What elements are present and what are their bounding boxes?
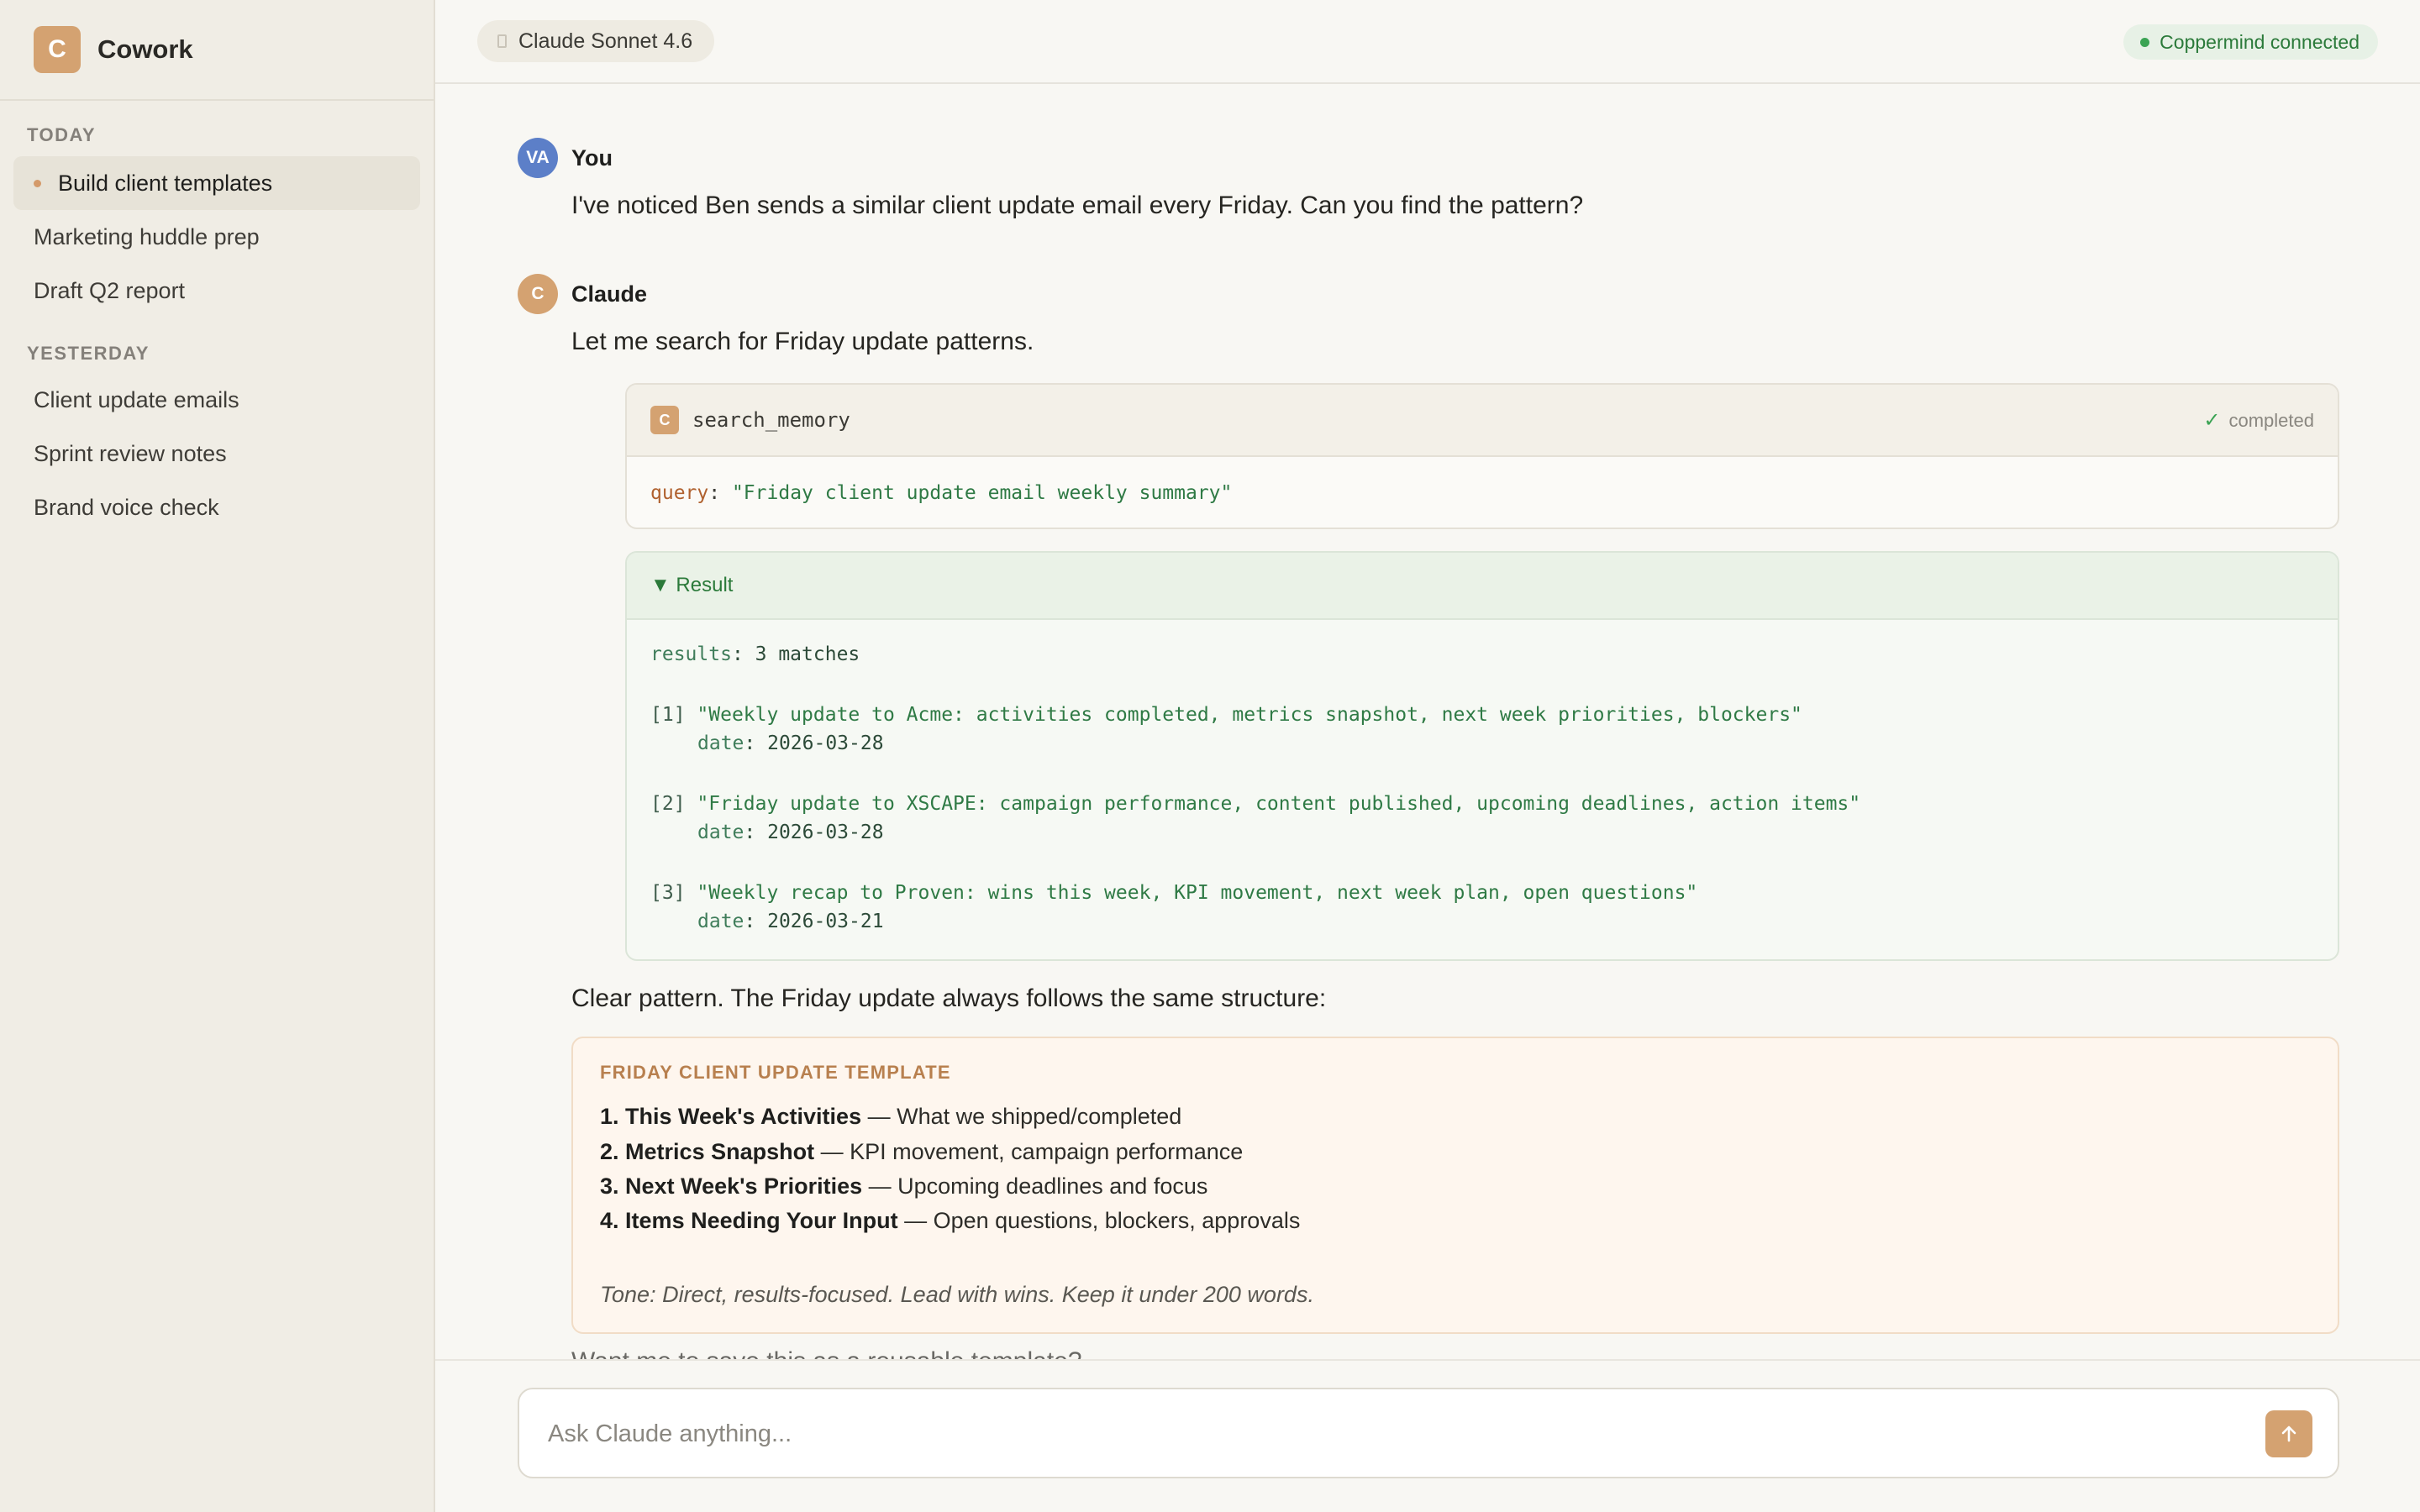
sidebar-item-label: Marketing huddle prep — [34, 223, 260, 249]
template-item: 1. This Week's Activities — What we ship… — [600, 1104, 1181, 1130]
sidebar-item-label: Build client templates — [58, 170, 273, 196]
app-window: C Cowork TODAY Build client templates Ma… — [0, 0, 2420, 1512]
user-avatar: VA — [518, 138, 558, 178]
brand-header: C Cowork — [0, 0, 434, 101]
check-icon: ✓ — [2203, 408, 2221, 432]
results-key: results — [650, 643, 732, 665]
connection-status-badge: Coppermind connected — [2123, 24, 2378, 60]
composer — [518, 1388, 2339, 1478]
arrow-up-icon — [2281, 1425, 2296, 1442]
template-item-number: 1. — [600, 1104, 619, 1129]
template-card: FRIDAY CLIENT UPDATE TEMPLATE 1. This We… — [571, 1037, 2339, 1334]
truncated-followup-text: Want me to save this as a reusable templ… — [571, 1347, 1082, 1359]
template-item-desc: — Open questions, blockers, approvals — [904, 1208, 1301, 1233]
model-icon — [497, 34, 507, 48]
sidebar-item-label: Sprint review notes — [34, 440, 227, 466]
result-match-1: [1] "Weekly update to Acme: activities c… — [650, 704, 1802, 726]
assistant-message-header: C Claude — [518, 274, 647, 314]
match-text: "Weekly recap to Proven: wins this week,… — [697, 882, 1698, 904]
date-key: date — [697, 911, 744, 932]
template-item: 2. Metrics Snapshot — KPI movement, camp… — [600, 1139, 1243, 1165]
template-item-number: 4. — [600, 1208, 619, 1233]
date-key: date — [697, 822, 744, 843]
tool-name: search_memory — [692, 408, 850, 432]
model-name: Claude Sonnet 4.6 — [518, 29, 693, 53]
tool-status: ✓ completed — [2203, 408, 2314, 433]
user-message-header: VA You — [518, 138, 613, 178]
sidebar-item-label: Draft Q2 report — [34, 277, 186, 303]
results-separator: : — [731, 643, 755, 665]
template-item-number: 3. — [600, 1173, 619, 1199]
match-text: "Weekly update to Acme: activities compl… — [697, 704, 1802, 726]
date-separator: : — [744, 822, 768, 843]
match-index: [1] — [650, 704, 686, 726]
template-item-title: Metrics Snapshot — [625, 1139, 815, 1164]
message-input[interactable] — [546, 1415, 2196, 1453]
result-match-3-date: date: 2026-03-21 — [697, 911, 884, 932]
user-name: You — [571, 144, 613, 171]
brand-logo: C — [34, 26, 81, 73]
date-value: 2026-03-21 — [767, 911, 884, 932]
tool-result-card: ▼ Result results: 3 matches [1] "Weekly … — [625, 551, 2339, 961]
template-item: 4. Items Needing Your Input — Open quest… — [600, 1208, 1300, 1234]
template-item-desc: — KPI movement, campaign performance — [820, 1139, 1244, 1164]
section-label-yesterday: YESTERDAY — [27, 343, 150, 364]
sidebar-item-marketing-huddle-prep[interactable]: Marketing huddle prep — [13, 210, 420, 264]
sidebar-item-client-update-emails[interactable]: Client update emails — [13, 373, 420, 427]
active-dot-icon — [34, 179, 41, 187]
param-key: query — [650, 482, 709, 504]
param-separator: : — [708, 482, 732, 504]
result-toggle[interactable]: ▼ Result — [627, 553, 2338, 620]
assistant-summary-text: Clear pattern. The Friday update always … — [571, 984, 1327, 1012]
results-count-line: results: 3 matches — [650, 643, 860, 665]
date-value: 2026-03-28 — [767, 822, 884, 843]
template-item-title: Items Needing Your Input — [625, 1208, 898, 1233]
tool-icon: C — [650, 406, 679, 434]
param-value: "Friday client update email weekly summa… — [731, 482, 1233, 504]
result-match-3: [3] "Weekly recap to Proven: wins this w… — [650, 882, 1697, 904]
match-index: [2] — [650, 793, 686, 815]
sidebar-item-sprint-review-notes[interactable]: Sprint review notes — [13, 427, 420, 480]
template-item-number: 2. — [600, 1139, 619, 1164]
tool-params: query: "Friday client update email weekl… — [627, 457, 2338, 528]
brand-name: Cowork — [97, 34, 193, 64]
template-title: FRIDAY CLIENT UPDATE TEMPLATE — [600, 1062, 951, 1083]
chat-main: Claude Sonnet 4.6 Coppermind connected V… — [435, 0, 2420, 1512]
sidebar-item-label: Brand voice check — [34, 494, 219, 520]
send-button[interactable] — [2265, 1410, 2312, 1457]
connection-status-text: Coppermind connected — [2160, 30, 2360, 53]
tool-call-header[interactable]: C search_memory ✓ completed — [627, 385, 2338, 457]
assistant-name: Claude — [571, 281, 648, 307]
sidebar-item-draft-q2-report[interactable]: Draft Q2 report — [13, 264, 420, 318]
tool-status-text: completed — [2228, 409, 2314, 431]
model-selector[interactable]: Claude Sonnet 4.6 — [477, 20, 715, 62]
sidebar-item-brand-voice-check[interactable]: Brand voice check — [13, 480, 420, 534]
sidebar-item-label: Client update emails — [34, 386, 239, 412]
result-match-1-date: date: 2026-03-28 — [697, 732, 884, 754]
template-item-desc: — What we shipped/completed — [867, 1104, 1182, 1129]
template-item-title: Next Week's Priorities — [625, 1173, 863, 1199]
template-item: 3. Next Week's Priorities — Upcoming dea… — [600, 1173, 1207, 1200]
top-bar: Claude Sonnet 4.6 Coppermind connected — [435, 0, 2420, 84]
tool-call-card: C search_memory ✓ completed query: "Frida… — [625, 383, 2339, 529]
sidebar-item-build-client-templates[interactable]: Build client templates — [13, 156, 420, 210]
status-dot-icon — [2140, 37, 2150, 47]
section-label-today: TODAY — [27, 124, 97, 145]
result-match-2: [2] "Friday update to XSCAPE: campaign p… — [650, 793, 1860, 815]
template-item-title: This Week's Activities — [625, 1104, 862, 1129]
date-separator: : — [744, 911, 768, 932]
sidebar: C Cowork TODAY Build client templates Ma… — [0, 0, 435, 1512]
assistant-intro-text: Let me search for Friday update patterns… — [571, 328, 1034, 355]
match-index: [3] — [650, 882, 686, 904]
assistant-avatar: C — [518, 274, 558, 314]
results-value: 3 matches — [755, 643, 860, 665]
date-separator: : — [744, 732, 768, 754]
template-item-desc: — Upcoming deadlines and focus — [868, 1173, 1208, 1199]
result-match-2-date: date: 2026-03-28 — [697, 822, 884, 843]
template-tone-note: Tone: Direct, results-focused. Lead with… — [600, 1282, 1314, 1307]
match-text: "Friday update to XSCAPE: campaign perfo… — [697, 793, 1861, 815]
user-message-text: I've noticed Ben sends a similar client … — [571, 192, 1584, 219]
date-key: date — [697, 732, 744, 754]
date-value: 2026-03-28 — [767, 732, 884, 754]
